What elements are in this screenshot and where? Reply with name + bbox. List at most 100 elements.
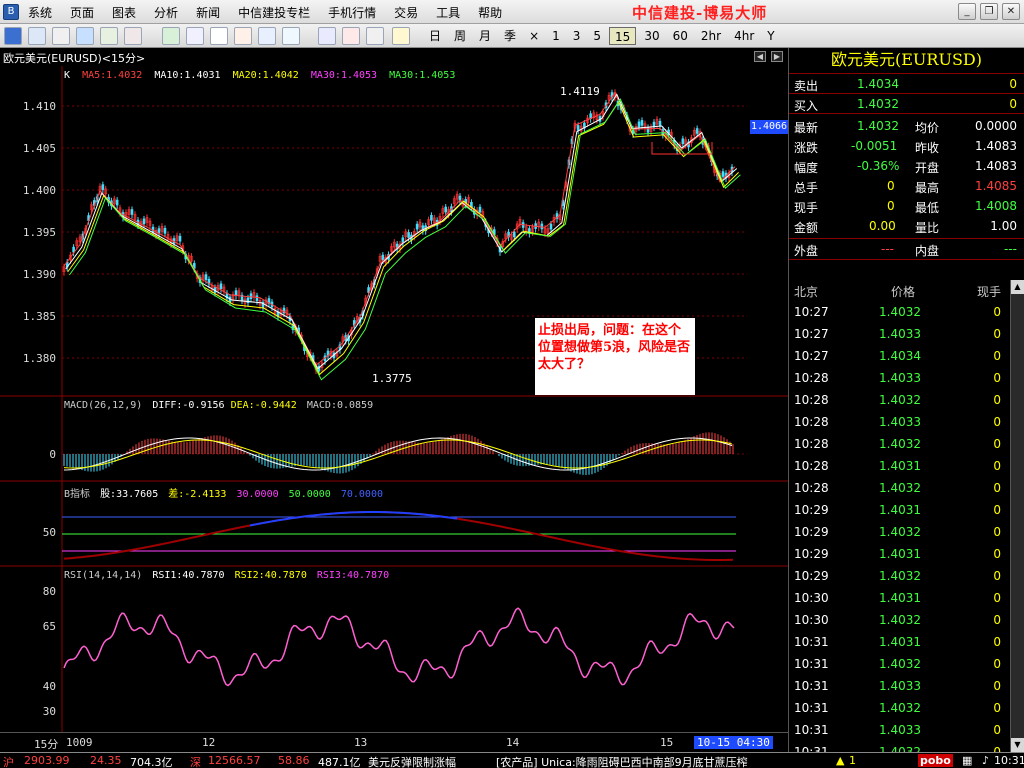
trade-row[interactable]: 10:27 1.4032 0 — [789, 302, 1011, 324]
period-month[interactable]: 月 — [474, 27, 496, 45]
trade-row[interactable]: 10:29 1.4031 0 — [789, 500, 1011, 522]
price-tick: 1.390 — [22, 268, 56, 281]
trade-row[interactable]: 10:29 1.4032 0 — [789, 566, 1011, 588]
app-icon[interactable]: B — [3, 4, 19, 20]
period-5[interactable]: 5 — [588, 27, 606, 45]
period-60[interactable]: 60 — [668, 27, 693, 45]
scroll-up-icon[interactable]: ▲ — [1011, 280, 1024, 294]
trade-row[interactable]: 10:28 1.4032 0 — [789, 390, 1011, 412]
news-ticker-1[interactable]: 美元反弹限制涨幅 — [368, 754, 456, 768]
alert-icon[interactable]: ▲ — [836, 754, 844, 767]
trade-time: 10:28 — [794, 371, 829, 385]
speaker-icon[interactable]: ♪ — [982, 754, 989, 767]
scroll-down-icon[interactable]: ▼ — [1011, 738, 1024, 752]
period-4hr[interactable]: 4hr — [729, 27, 759, 45]
period-day[interactable]: 日 — [424, 27, 446, 45]
sh-index[interactable]: 2903.99 — [24, 754, 70, 767]
candle-body — [130, 209, 134, 215]
trade-row[interactable]: 10:27 1.4034 0 — [789, 346, 1011, 368]
trade-row[interactable]: 10:31 1.4032 0 — [789, 698, 1011, 720]
trade-qty: 0 — [993, 657, 1001, 671]
trade-qty: 0 — [993, 569, 1001, 583]
menu-item[interactable]: 工具 — [436, 4, 460, 21]
refresh-icon[interactable] — [162, 27, 180, 45]
x-label: 14 — [506, 736, 520, 749]
zoom-icon[interactable] — [366, 27, 384, 45]
period-30[interactable]: 30 — [639, 27, 664, 45]
price-tick: 1.405 — [22, 142, 56, 155]
menu-item[interactable]: 中信建投专栏 — [238, 4, 310, 21]
period-season[interactable]: 季 — [499, 27, 521, 45]
period-year[interactable]: Y — [762, 27, 779, 45]
news-icon[interactable] — [100, 27, 118, 45]
news-ticker-2[interactable]: [农产品] Unica:降雨阻碍巴西中南部9月底甘蔗压榨 — [496, 754, 748, 768]
f10-icon[interactable] — [124, 27, 142, 45]
stat-value: 0.00 — [869, 219, 896, 233]
annotation-note: 止损出局，问题：在这个位置想做第5浪，风险是否太大了？ — [535, 318, 695, 395]
trade-row[interactable]: 10:28 1.4032 0 — [789, 478, 1011, 500]
edit-icon[interactable] — [318, 27, 336, 45]
menu-item[interactable]: 帮助 — [478, 4, 502, 21]
rsi-legend: RSI(14,14,14) RSI1:40.7870 RSI2:40.7870 … — [64, 570, 389, 581]
x-axis: 15分 1009 12 13 14 15 10-15 04:30 — [0, 732, 788, 752]
trade-row[interactable]: 10:31 1.4033 0 — [789, 676, 1011, 698]
legend-gu: 股:33.7605 — [100, 489, 159, 500]
window-icon[interactable] — [282, 27, 300, 45]
chart-area[interactable]: 欧元美元(EURUSD)<15分> ◀ ▶ K MA5:1.4032 MA10:… — [0, 48, 788, 752]
restore-icon[interactable]: ❐ — [980, 3, 998, 20]
trade-row[interactable]: 10:28 1.4033 0 — [789, 412, 1011, 434]
buy-row[interactable]: 买入 1.4032 0 — [789, 94, 1024, 114]
period-15[interactable]: 15 — [609, 27, 637, 45]
draw-icon[interactable] — [210, 27, 228, 45]
line-chart-icon[interactable] — [28, 27, 46, 45]
menu-item[interactable]: 系统 — [28, 4, 52, 21]
import-icon[interactable] — [258, 27, 276, 45]
trade-row[interactable]: 10:31 1.4033 0 — [789, 720, 1011, 742]
trade-row[interactable]: 10:28 1.4033 0 — [789, 368, 1011, 390]
menu-item[interactable]: 手机行情 — [328, 4, 376, 21]
trade-row[interactable]: 10:31 1.4032 0 — [789, 654, 1011, 676]
lightning-icon[interactable] — [392, 27, 410, 45]
menu-toggle-icon[interactable] — [4, 27, 22, 45]
period-close[interactable]: × — [524, 27, 544, 45]
search-icon[interactable] — [186, 27, 204, 45]
trade-row[interactable]: 10:28 1.4032 0 — [789, 434, 1011, 456]
stat-label: 涨跌 — [794, 141, 819, 155]
menu-item[interactable]: 分析 — [154, 4, 178, 21]
minimize-icon[interactable]: _ — [958, 3, 976, 20]
export-icon[interactable] — [234, 27, 252, 45]
trade-price: 1.4032 — [879, 393, 921, 407]
menu-item[interactable]: 新闻 — [196, 4, 220, 21]
period-2hr[interactable]: 2hr — [696, 27, 726, 45]
table-icon[interactable] — [52, 27, 70, 45]
sell-row[interactable]: 卖出 1.4034 0 — [789, 74, 1024, 94]
trade-row[interactable]: 10:30 1.4032 0 — [789, 610, 1011, 632]
period-week[interactable]: 周 — [449, 27, 471, 45]
inner-label: 内盘 — [915, 244, 940, 258]
trade-scrollbar[interactable]: ▲ ▼ — [1010, 280, 1024, 752]
trade-row[interactable]: 10:27 1.4033 0 — [789, 324, 1011, 346]
menu-list: 系统 页面 图表 分析 新闻 中信建投专栏 手机行情 交易 工具 帮助 — [28, 4, 520, 21]
stat-value: 1.4083 — [975, 159, 1017, 173]
trade-row[interactable]: 10:29 1.4031 0 — [789, 544, 1011, 566]
chart-next-icon[interactable]: ▶ — [771, 51, 783, 62]
period-3[interactable]: 3 — [568, 27, 586, 45]
trade-row[interactable]: 10:30 1.4031 0 — [789, 588, 1011, 610]
close-icon[interactable]: ✕ — [1002, 3, 1020, 20]
trade-qty: 0 — [993, 305, 1001, 319]
trade-time: 10:31 — [794, 635, 829, 649]
menu-item[interactable]: 页面 — [70, 4, 94, 21]
period-1[interactable]: 1 — [547, 27, 565, 45]
trade-time: 10:28 — [794, 415, 829, 429]
menu-item[interactable]: 图表 — [112, 4, 136, 21]
stat-value: -0.0051 — [851, 139, 898, 153]
stat-label: 开盘 — [915, 161, 940, 175]
alarm-icon[interactable] — [342, 27, 360, 45]
sz-index[interactable]: 12566.57 — [208, 754, 261, 767]
trade-row[interactable]: 10:31 1.4031 0 — [789, 632, 1011, 654]
menu-item[interactable]: 交易 — [394, 4, 418, 21]
chart-icon[interactable] — [76, 27, 94, 45]
trade-row[interactable]: 10:29 1.4032 0 — [789, 522, 1011, 544]
chart-prev-icon[interactable]: ◀ — [754, 51, 766, 62]
trade-row[interactable]: 10:28 1.4031 0 — [789, 456, 1011, 478]
